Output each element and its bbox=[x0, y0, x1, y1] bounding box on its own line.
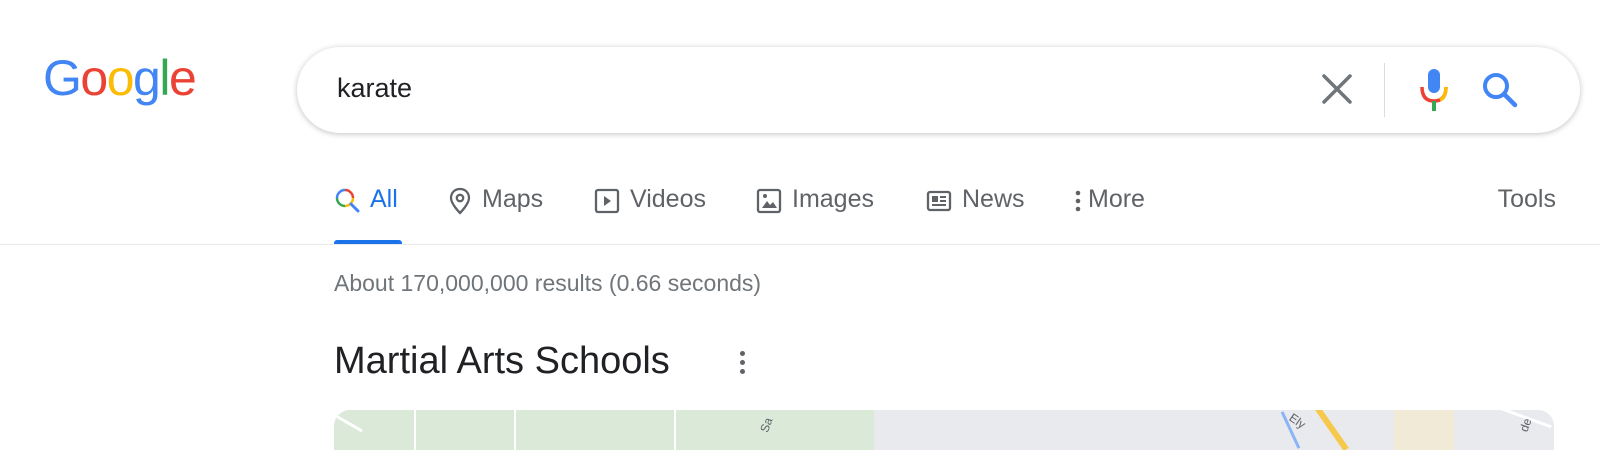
tools-button[interactable]: Tools bbox=[1498, 185, 1556, 214]
image-icon bbox=[756, 187, 782, 222]
search-input[interactable]: karate bbox=[337, 73, 412, 104]
tab-news[interactable]: News bbox=[926, 185, 1025, 245]
microphone-icon bbox=[1420, 69, 1448, 111]
search-submit-button[interactable] bbox=[1477, 67, 1523, 113]
search-tabs: All Maps Videos Images News More bbox=[334, 185, 1584, 245]
map-road bbox=[674, 410, 676, 450]
map-road bbox=[1466, 410, 1552, 429]
map-pin-icon bbox=[448, 187, 472, 222]
tab-images-label: Images bbox=[792, 185, 874, 213]
close-icon bbox=[1322, 74, 1352, 104]
dot bbox=[739, 360, 745, 365]
map-road bbox=[514, 410, 516, 450]
logo-letter-g2: g bbox=[133, 50, 161, 106]
dot bbox=[739, 369, 745, 374]
map-road bbox=[414, 410, 416, 450]
map-preview[interactable]: Sa Ely de bbox=[334, 410, 1554, 450]
tab-maps[interactable]: Maps bbox=[448, 185, 543, 245]
newspaper-icon bbox=[926, 187, 952, 222]
vertical-dots-icon bbox=[1074, 187, 1082, 222]
section-options-button[interactable] bbox=[734, 348, 750, 378]
tab-videos-label: Videos bbox=[630, 185, 706, 213]
clear-search-button[interactable] bbox=[1317, 69, 1357, 109]
tab-news-label: News bbox=[962, 185, 1025, 213]
tabs-divider bbox=[0, 244, 1600, 245]
voice-search-button[interactable] bbox=[1414, 67, 1454, 113]
tab-maps-label: Maps bbox=[482, 185, 544, 213]
search-multicolor-icon bbox=[334, 187, 360, 222]
section-title: Martial Arts Schools bbox=[334, 340, 670, 382]
logo-letter-l: l bbox=[159, 50, 170, 106]
result-stats: About 170,000,000 results (0.66 seconds) bbox=[334, 270, 762, 296]
tab-all[interactable]: All bbox=[334, 185, 402, 245]
tab-images[interactable]: Images bbox=[756, 185, 874, 245]
search-divider bbox=[1384, 63, 1385, 117]
tab-more[interactable]: More bbox=[1074, 185, 1145, 245]
map-urban-area bbox=[1394, 410, 1454, 450]
search-icon bbox=[1483, 73, 1518, 108]
tab-all-label: All bbox=[370, 185, 398, 213]
logo-letter-g: G bbox=[43, 50, 82, 106]
tab-more-label: More bbox=[1088, 185, 1145, 213]
logo-letter-o1: o bbox=[80, 50, 108, 106]
play-box-icon bbox=[594, 187, 620, 222]
tab-videos[interactable]: Videos bbox=[594, 185, 706, 245]
search-box[interactable]: karate bbox=[297, 47, 1580, 133]
google-logo[interactable]: Google bbox=[43, 50, 197, 106]
map-highway bbox=[1315, 410, 1349, 450]
logo-letter-o2: o bbox=[106, 50, 135, 106]
logo-letter-e: e bbox=[168, 50, 197, 106]
dot bbox=[739, 351, 745, 356]
